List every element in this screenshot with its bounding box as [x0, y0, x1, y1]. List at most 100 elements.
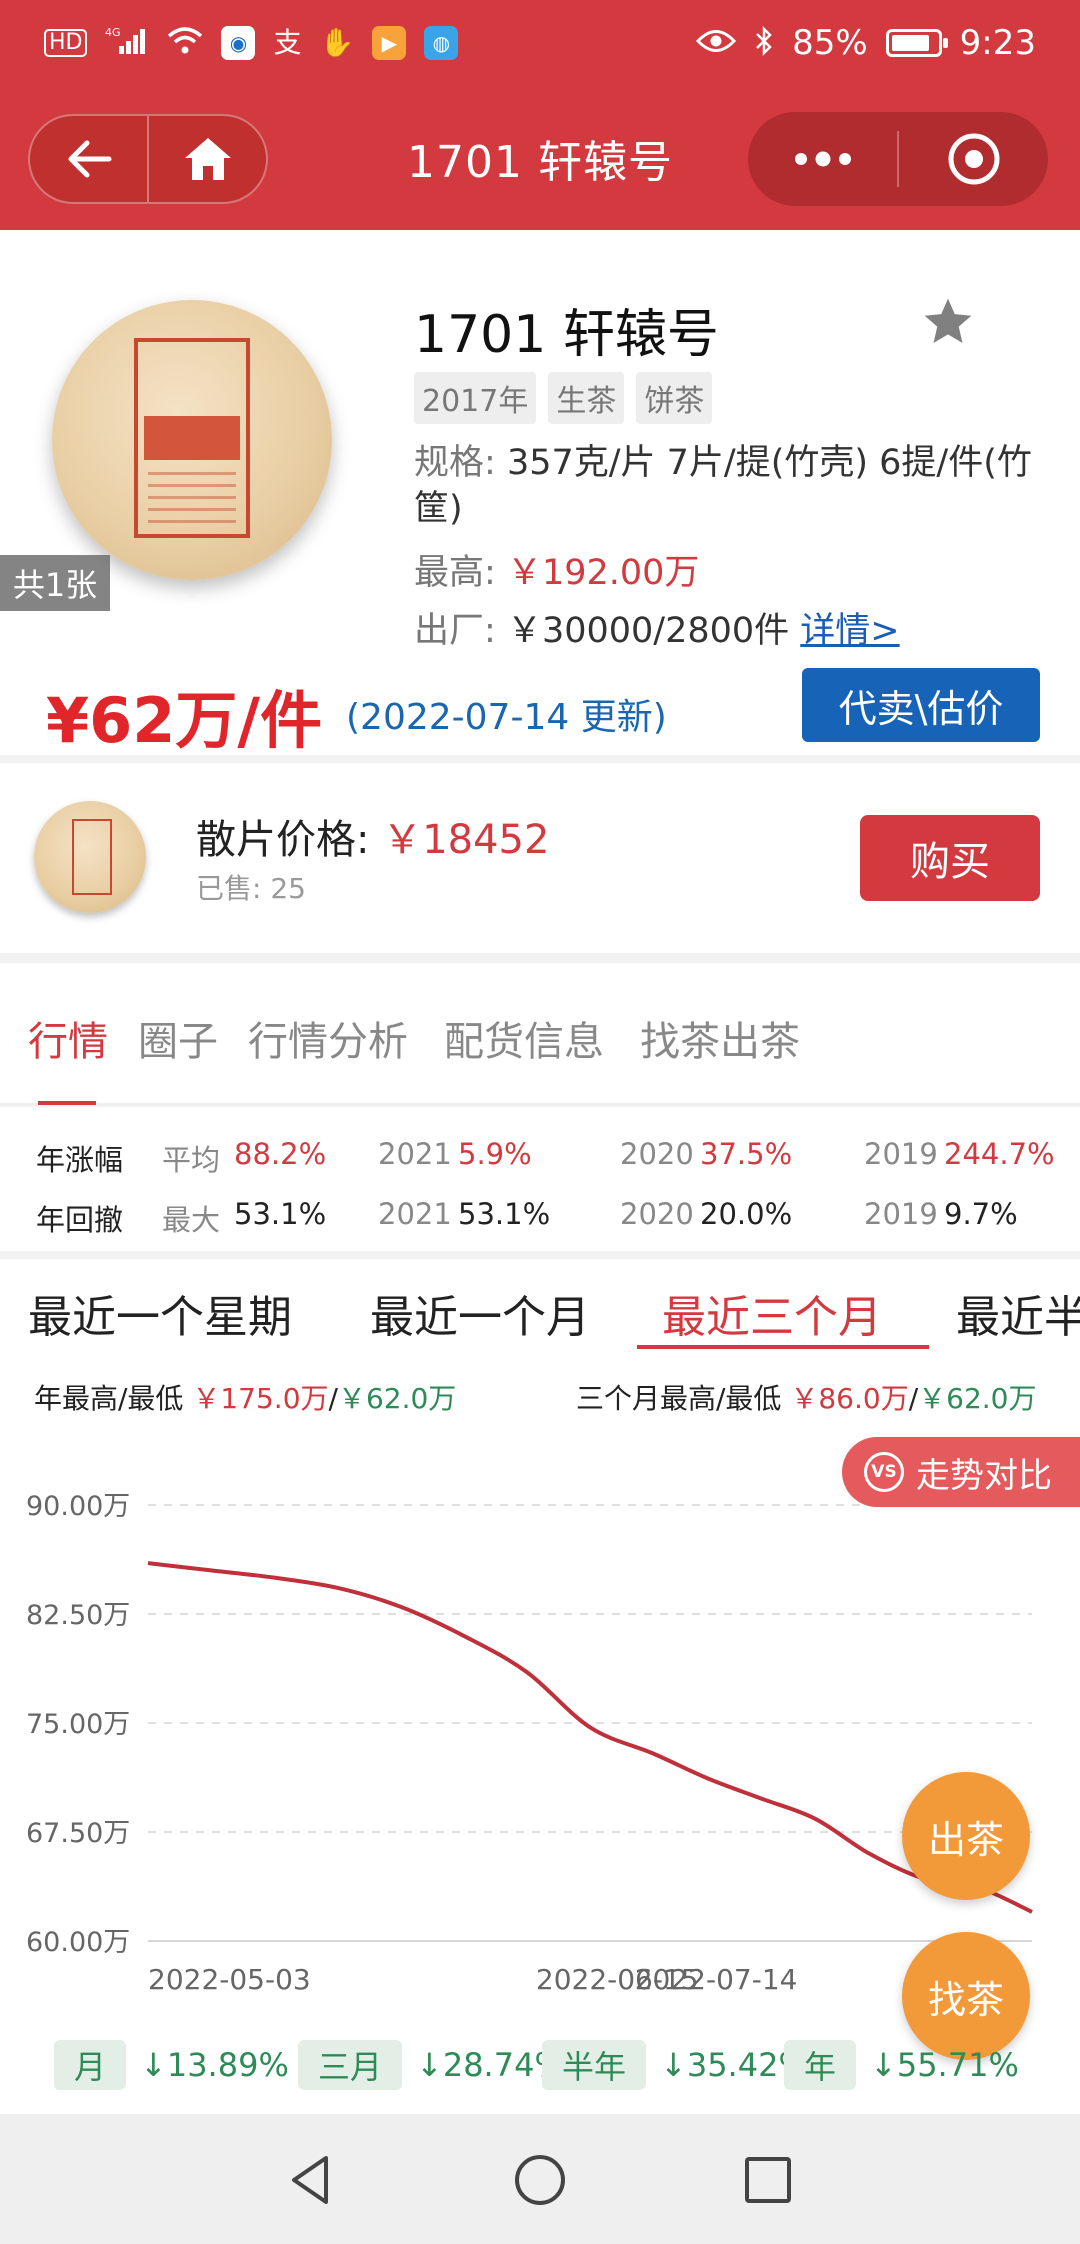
trend-compare-label: 走势对比 — [916, 1455, 1052, 1496]
x-tick-label: 2022-07-14 — [635, 1963, 798, 1996]
stat-value: 53.1% — [458, 1197, 551, 1231]
battery-percent: 85% — [792, 23, 868, 63]
product-image[interactable] — [52, 300, 332, 580]
trend-compare-button[interactable]: VS 走势对比 — [842, 1437, 1080, 1507]
stat-key: 平均 — [162, 1143, 221, 1177]
change-value: ↓55.71% — [870, 2046, 1019, 2084]
price-line-chart: 90.00万 82.50万 75.00万 67.50万 60.00万 2022-05-03… — [26, 1491, 1033, 1996]
tab-market-analysis[interactable]: 行情分析 — [248, 1009, 408, 1067]
factory-label: 出厂: — [414, 611, 496, 651]
stat-value: 88.2% — [234, 1137, 327, 1171]
product-card: 共1张 1701 轩辕号 2017年 生茶 饼茶 规格: 357克/片 7片/提… — [0, 230, 1080, 757]
spec-line: 规格: 357克/片 7片/提(竹壳) 6提/件(竹筐) — [414, 440, 1054, 532]
highest-value: ￥192.00万 — [506, 553, 700, 593]
tab-find-sell-tea[interactable]: 找茶出茶 — [640, 1009, 800, 1067]
y-tick-label: 75.00万 — [26, 1709, 130, 1740]
current-price: ¥62万/件 — [46, 684, 323, 757]
change-three-months: 三月 ↓28.74% — [298, 2040, 565, 2090]
tag-type: 生茶 — [548, 372, 625, 424]
price-series-line — [147, 1561, 1033, 1914]
change-label: 年 — [784, 2040, 857, 2090]
sell-tea-fab[interactable]: 出茶 — [902, 1772, 1030, 1900]
factory-price-line: 出厂: ￥30000/2800件 详情> — [414, 602, 900, 653]
stat-value: 9.7% — [944, 1197, 1018, 1231]
nav-back-icon[interactable] — [282, 2150, 342, 2210]
vs-icon: VS — [864, 1452, 904, 1492]
annual-growth-heading: 年涨幅 — [36, 1143, 124, 1177]
top-bar: HD 4G ◉ 支 ✋ ▶ ◍ 85% 9:23 1701 轩辕号 — [0, 0, 1080, 230]
battery-icon — [885, 29, 948, 57]
stat-value: 53.1% — [234, 1197, 327, 1231]
eye-icon — [695, 28, 737, 59]
target-icon — [948, 133, 999, 185]
y-tick-label: 67.50万 — [26, 1818, 130, 1849]
yearly-stats: 年涨幅 平均 88.2% 2021 5.9% 2020 37.5% 2019 2… — [0, 1107, 1080, 1255]
cake-label-lines — [148, 472, 236, 524]
highest-label: 最高: — [414, 553, 496, 593]
video-app-icon: ▶ — [372, 26, 407, 60]
more-dots-icon — [794, 151, 851, 167]
cake-label-band — [144, 416, 240, 460]
loose-piece-price: ￥18452 — [382, 817, 550, 863]
status-bar: HD 4G ◉ 支 ✋ ▶ ◍ 85% 9:23 — [44, 18, 1036, 68]
stat-value: 5.9% — [458, 1137, 532, 1171]
loose-piece-image — [34, 801, 146, 913]
change-month: 月 ↓13.89% — [54, 2040, 289, 2090]
stat-key: 2021 — [378, 1197, 452, 1231]
buy-button[interactable]: 购买 — [860, 815, 1040, 901]
stat-key: 2021 — [378, 1137, 452, 1171]
change-half-year: 半年 ↓35.42% — [542, 2040, 809, 2090]
stat-key: 2020 — [620, 1137, 694, 1171]
price-update-date: (2022-07-14 更新) — [346, 697, 667, 738]
annual-drawdown-row: 年回撤 最大 53.1% 2021 53.1% 2020 20.0% 2019 … — [36, 1197, 1056, 1241]
y-tick-label: 82.50万 — [26, 1600, 130, 1631]
product-tags: 2017年 生茶 饼茶 — [414, 372, 713, 424]
loose-piece-label: 散片价格: — [196, 817, 370, 863]
wifi-icon — [167, 26, 203, 61]
battery-fill — [891, 35, 929, 51]
alipay-icon: 支 — [273, 26, 302, 59]
tag-form: 饼茶 — [636, 372, 713, 424]
hand-icon: ✋ — [319, 26, 355, 59]
sold-count: 已售: 25 — [196, 872, 306, 905]
x-tick-label: 2022-05-03 — [148, 1963, 311, 1996]
loose-piece-card: 散片价格: ￥18452 已售: 25 购买 — [0, 763, 1080, 953]
nav-home-icon[interactable] — [510, 2150, 570, 2210]
favorite-button[interactable] — [920, 294, 976, 350]
spec-label: 规格: — [414, 443, 496, 483]
mini-program-capsule — [748, 112, 1048, 206]
stat-value: 244.7% — [944, 1137, 1055, 1171]
close-program-button[interactable] — [899, 112, 1048, 206]
active-tab-indicator — [38, 1101, 96, 1105]
tab-allocation-info[interactable]: 配货信息 — [444, 1009, 604, 1067]
highest-price-line: 最高: ￥192.00万 — [414, 544, 699, 595]
cake-wrapper-label — [134, 338, 250, 538]
change-year: 年 ↓55.71% — [784, 2040, 1019, 2090]
more-button[interactable] — [748, 112, 897, 206]
svg-text:4G: 4G — [105, 26, 121, 39]
hd-icon: HD — [44, 29, 88, 57]
change-label: 月 — [54, 2040, 127, 2090]
bank-app-icon: ◉ — [221, 26, 256, 60]
product-name: 1701 轩辕号 — [414, 305, 719, 365]
nav-recents-icon[interactable] — [738, 2150, 798, 2210]
annual-drawdown-heading: 年回撤 — [36, 1203, 124, 1237]
signal-icon: 4G — [105, 26, 149, 61]
change-label: 半年 — [542, 2040, 647, 2090]
period-changes: 月 ↓13.89% 三月 ↓28.74% 半年 ↓35.42% 年 ↓55.71… — [54, 2040, 1054, 2090]
factory-value: ￥30000/2800件 — [506, 611, 790, 651]
consign-estimate-button[interactable]: 代卖\估价 — [802, 668, 1040, 742]
stat-key: 2019 — [864, 1137, 938, 1171]
y-tick-label: 60.00万 — [26, 1927, 130, 1958]
stat-key: 2020 — [620, 1197, 694, 1231]
tab-market[interactable]: 行情 — [28, 1009, 108, 1067]
change-value: ↓13.89% — [140, 2046, 289, 2084]
section-tabs: 行情 圈子 行情分析 配货信息 找茶出茶 — [0, 963, 1080, 1105]
y-tick-label: 90.00万 — [26, 1491, 130, 1522]
details-link[interactable]: 详情> — [800, 611, 899, 651]
stat-key: 最大 — [162, 1203, 221, 1237]
tab-circle[interactable]: 圈子 — [138, 1009, 218, 1067]
system-navigation-bar — [0, 2114, 1080, 2244]
clock: 9:23 — [959, 23, 1036, 63]
bluetooth-icon — [754, 25, 774, 62]
